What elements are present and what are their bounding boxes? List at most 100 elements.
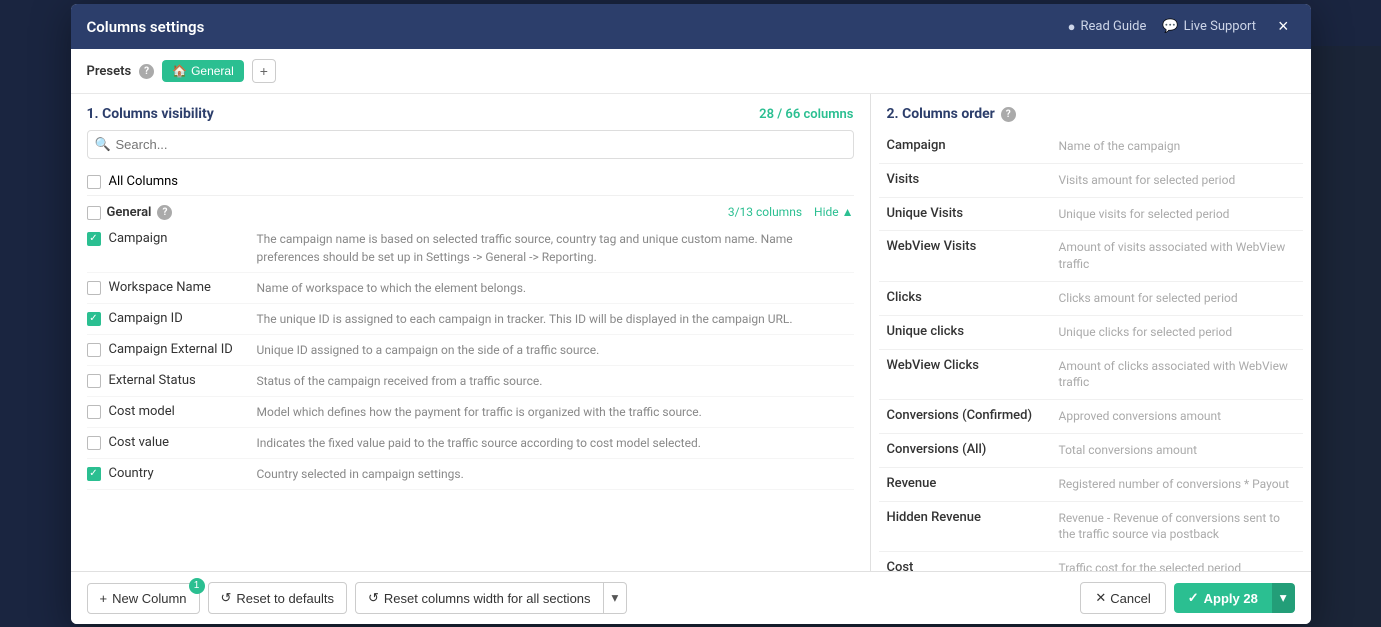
order-desc-conversions-all: Total conversions amount <box>1059 442 1198 459</box>
order-item-webview-visits: WebView Visits Amount of visits associat… <box>879 231 1303 282</box>
checkbox-cost-value[interactable] <box>87 436 101 450</box>
order-item-unique-visits: Unique Visits Unique visits for selected… <box>879 198 1303 232</box>
presets-help-icon[interactable]: ? <box>139 64 154 79</box>
order-item-revenue: Revenue Registered number of conversions… <box>879 468 1303 502</box>
column-item-cost-model: Cost model Model which defines how the p… <box>87 397 854 428</box>
column-item-workspace-name: Workspace Name Name of workspace to whic… <box>87 273 854 304</box>
checkbox-campaign-external-id[interactable] <box>87 343 101 357</box>
label-external-status: External Status <box>109 372 249 388</box>
order-list: Campaign Name of the campaign Visits Vis… <box>871 130 1311 571</box>
order-desc-hidden-revenue: Revenue - Revenue of conversions sent to… <box>1059 510 1295 544</box>
order-desc-revenue: Registered number of conversions * Payou… <box>1059 476 1290 493</box>
label-workspace-name: Workspace Name <box>109 279 249 295</box>
group-general-checkbox[interactable] <box>87 206 101 220</box>
columns-list: All Columns General ? 3/13 columns Hide … <box>71 167 870 571</box>
order-name-webview-visits: WebView Visits <box>887 239 1047 254</box>
group-name: General <box>107 205 152 220</box>
desc-campaign: The campaign name is based on selected t… <box>257 230 854 266</box>
reset-width-button[interactable]: ↺ Reset columns width for all sections <box>355 582 604 614</box>
label-cost-value: Cost value <box>109 434 249 450</box>
search-wrap: 🔍 <box>87 130 854 159</box>
label-campaign-external-id: Campaign External ID <box>109 341 249 357</box>
group-general-header: General ? 3/13 columns Hide ▲ <box>87 196 854 224</box>
search-box: 🔍 <box>87 130 854 159</box>
group-help-icon[interactable]: ? <box>157 205 172 220</box>
home-icon: 🏠 <box>172 64 187 78</box>
right-panel: 2. Columns order ? Campaign Name of the … <box>871 94 1311 571</box>
new-column-badge: 1 <box>189 578 205 594</box>
order-item-unique-clicks: Unique clicks Unique clicks for selected… <box>879 316 1303 350</box>
new-column-button[interactable]: + New Column 1 <box>87 583 200 614</box>
right-panel-header: 2. Columns order ? <box>871 94 1311 130</box>
book-icon: ● <box>1068 19 1076 35</box>
presets-label: Presets <box>87 64 132 79</box>
search-icon: 🔍 <box>95 137 111 152</box>
visibility-section-title: 1. Columns visibility <box>87 106 214 122</box>
apply-group: ✓ Apply 28 ▾ <box>1174 583 1295 613</box>
group-count: 3/13 columns <box>728 205 802 219</box>
order-name-webview-clicks: WebView Clicks <box>887 358 1047 373</box>
footer-right: ✕ Cancel ✓ Apply 28 ▾ <box>1080 582 1294 614</box>
modal-header: Columns settings ● Read Guide 💬 Live Sup… <box>71 4 1311 49</box>
order-desc-cost: Traffic cost for the selected period <box>1059 560 1242 571</box>
cancel-button[interactable]: ✕ Cancel <box>1080 582 1165 614</box>
order-item-conversions-confirmed: Conversions (Confirmed) Approved convers… <box>879 400 1303 434</box>
modal-overlay: Columns settings ● Read Guide 💬 Live Sup… <box>0 0 1381 627</box>
presets-bar: Presets ? 🏠 General + <box>71 49 1311 94</box>
check-icon: ✓ <box>1188 590 1199 606</box>
order-desc-unique-clicks: Unique clicks for selected period <box>1059 324 1233 341</box>
order-name-clicks: Clicks <box>887 290 1047 305</box>
label-country: Country <box>109 465 249 481</box>
group-right: 3/13 columns Hide ▲ <box>728 205 854 219</box>
preset-add-button[interactable]: + <box>252 59 276 83</box>
cancel-x-icon: ✕ <box>1095 590 1106 606</box>
column-item-campaign: Campaign The campaign name is based on s… <box>87 224 854 273</box>
all-columns-checkbox[interactable] <box>87 175 101 189</box>
order-name-hidden-revenue: Hidden Revenue <box>887 510 1047 525</box>
order-help-icon[interactable]: ? <box>1001 107 1016 122</box>
desc-country: Country selected in campaign settings. <box>257 465 464 483</box>
order-name-campaign: Campaign <box>887 138 1047 153</box>
preset-general-button[interactable]: 🏠 General <box>162 60 244 82</box>
order-name-unique-visits: Unique Visits <box>887 206 1047 221</box>
order-item-clicks: Clicks Clicks amount for selected period <box>879 282 1303 316</box>
order-desc-unique-visits: Unique visits for selected period <box>1059 206 1230 223</box>
label-campaign-id: Campaign ID <box>109 310 249 326</box>
all-columns-label: All Columns <box>109 174 179 189</box>
order-name-visits: Visits <box>887 172 1047 187</box>
checkbox-cost-model[interactable] <box>87 405 101 419</box>
hide-group-link[interactable]: Hide ▲ <box>814 205 853 219</box>
chevron-down-icon-apply: ▾ <box>1280 590 1287 605</box>
live-support-link[interactable]: 💬 Live Support <box>1162 19 1256 34</box>
checkbox-external-status[interactable] <box>87 374 101 388</box>
column-item-campaign-id: Campaign ID The unique ID is assigned to… <box>87 304 854 335</box>
checkbox-workspace-name[interactable] <box>87 281 101 295</box>
desc-cost-model: Model which defines how the payment for … <box>257 403 702 421</box>
column-item-external-status: External Status Status of the campaign r… <box>87 366 854 397</box>
order-item-hidden-revenue: Hidden Revenue Revenue - Revenue of conv… <box>879 502 1303 553</box>
order-desc-campaign: Name of the campaign <box>1059 138 1181 155</box>
read-guide-link[interactable]: ● Read Guide <box>1068 19 1147 35</box>
chat-icon: 💬 <box>1162 19 1178 34</box>
reset-width-dropdown-button[interactable]: ▾ <box>604 582 628 614</box>
plus-icon: + <box>100 591 108 606</box>
checkbox-campaign-id[interactable] <box>87 312 101 326</box>
desc-campaign-id: The unique ID is assigned to each campai… <box>257 310 793 328</box>
footer-left: + New Column 1 ↺ Reset to defaults ↺ Res… <box>87 582 628 614</box>
apply-dropdown-button[interactable]: ▾ <box>1272 583 1295 613</box>
columns-settings-modal: Columns settings ● Read Guide 💬 Live Sup… <box>71 4 1311 624</box>
desc-workspace-name: Name of workspace to which the element b… <box>257 279 527 297</box>
header-actions: ● Read Guide 💬 Live Support × <box>1068 14 1295 39</box>
reset-width-icon: ↺ <box>368 590 379 606</box>
order-item-conversions-all: Conversions (All) Total conversions amou… <box>879 434 1303 468</box>
checkbox-country[interactable] <box>87 467 101 481</box>
modal-footer: + New Column 1 ↺ Reset to defaults ↺ Res… <box>71 571 1311 624</box>
apply-button[interactable]: ✓ Apply 28 <box>1174 583 1272 613</box>
close-button[interactable]: × <box>1272 14 1295 39</box>
search-input[interactable] <box>87 130 854 159</box>
modal-body: 1. Columns visibility 28 / 66 columns 🔍 … <box>71 94 1311 571</box>
reset-defaults-button[interactable]: ↺ Reset to defaults <box>208 582 347 614</box>
order-desc-conversions-confirmed: Approved conversions amount <box>1059 408 1222 425</box>
checkbox-campaign[interactable] <box>87 232 101 246</box>
modal-title: Columns settings <box>87 18 205 36</box>
